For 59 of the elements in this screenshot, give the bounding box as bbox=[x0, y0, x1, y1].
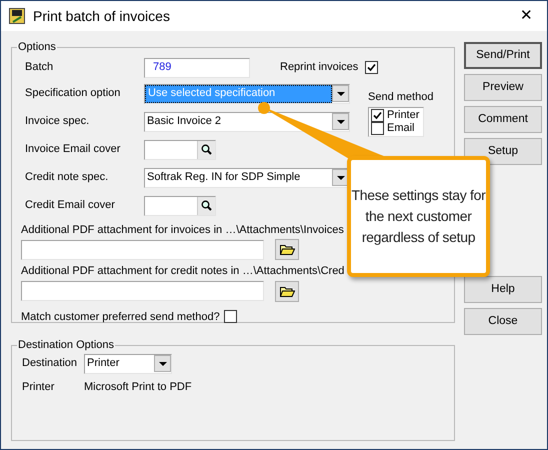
caret-icon bbox=[336, 120, 344, 124]
checkbox-label: Printer bbox=[387, 108, 420, 123]
folder-icon bbox=[280, 286, 294, 296]
dialog-button[interactable]: Setup bbox=[464, 138, 542, 165]
close-button[interactable]: ✕ bbox=[516, 4, 537, 28]
dropdown-arrow-button[interactable] bbox=[332, 113, 349, 130]
match-checkbox[interactable] bbox=[224, 310, 237, 324]
attachment-field[interactable] bbox=[21, 281, 264, 301]
combo-value: Use selected specification bbox=[145, 84, 332, 102]
field-label: Match customer preferred send method? bbox=[21, 310, 220, 324]
group-title: Options bbox=[17, 40, 57, 55]
group-label: Send method bbox=[368, 90, 434, 104]
field-label: Invoice spec. bbox=[24, 114, 90, 130]
batch-field[interactable]: 789 bbox=[144, 58, 250, 78]
printer-name: Microsoft Print to PDF bbox=[84, 380, 192, 394]
dialog-button[interactable]: Preview bbox=[464, 74, 542, 101]
combo-box[interactable]: Printer bbox=[84, 354, 172, 374]
app-icon bbox=[9, 8, 25, 24]
checkbox[interactable] bbox=[371, 109, 384, 122]
dropdown-arrow-button[interactable] bbox=[154, 355, 171, 372]
dropdown-arrow-button[interactable] bbox=[332, 85, 349, 102]
field-label: Additional PDF attachment for credit notes in …\Attachments\Cred bbox=[21, 264, 344, 279]
lookup-field[interactable] bbox=[144, 140, 216, 160]
field-label: Specification option bbox=[24, 86, 122, 102]
field-label: Batch bbox=[24, 60, 54, 76]
search-icon bbox=[201, 144, 212, 155]
caret-icon bbox=[336, 176, 344, 180]
field-label: Destination bbox=[22, 356, 78, 372]
attachment-field[interactable] bbox=[21, 240, 264, 260]
field-label: Reprint invoices bbox=[280, 60, 360, 76]
dialog-button[interactable]: Comment bbox=[464, 106, 542, 133]
caret-icon bbox=[336, 92, 344, 96]
group-title: Destination Options bbox=[17, 338, 115, 353]
search-icon bbox=[201, 200, 212, 211]
reprint-checkbox[interactable] bbox=[365, 61, 378, 74]
combo-box[interactable]: Basic Invoice 2 bbox=[144, 112, 350, 132]
dialog-button[interactable]: Send/Print bbox=[464, 42, 542, 69]
search-button[interactable] bbox=[197, 196, 215, 214]
field-label: Credit Email cover bbox=[24, 198, 116, 214]
dialog-button[interactable]: Close bbox=[464, 308, 542, 335]
callout-text: These settings stay for the next customer regardless of setup bbox=[351, 186, 486, 247]
combo-value: Softrak Reg. IN for SDP Simple bbox=[146, 170, 302, 186]
checkbox-label: Email bbox=[387, 121, 415, 136]
folder-icon bbox=[280, 244, 294, 255]
caret-icon bbox=[158, 362, 166, 366]
browse-button[interactable] bbox=[275, 239, 299, 260]
dialog-button[interactable]: Help bbox=[464, 276, 542, 303]
window-title: Print batch of invoices bbox=[33, 6, 170, 26]
combo-value: Basic Invoice 2 bbox=[146, 114, 222, 130]
browse-button[interactable] bbox=[275, 280, 299, 302]
field-label: Additional PDF attachment for invoices in …\Attachments\Invoices bbox=[21, 222, 344, 238]
field-label: Credit note spec. bbox=[24, 170, 110, 186]
checkbox[interactable] bbox=[371, 122, 384, 135]
combo-box[interactable]: Softrak Reg. IN for SDP Simple bbox=[144, 168, 350, 188]
field-label: Printer bbox=[22, 380, 56, 394]
search-button[interactable] bbox=[197, 140, 215, 158]
combo-value: Printer bbox=[86, 356, 120, 372]
field-label: Invoice Email cover bbox=[24, 142, 122, 158]
lookup-field[interactable] bbox=[144, 196, 216, 216]
